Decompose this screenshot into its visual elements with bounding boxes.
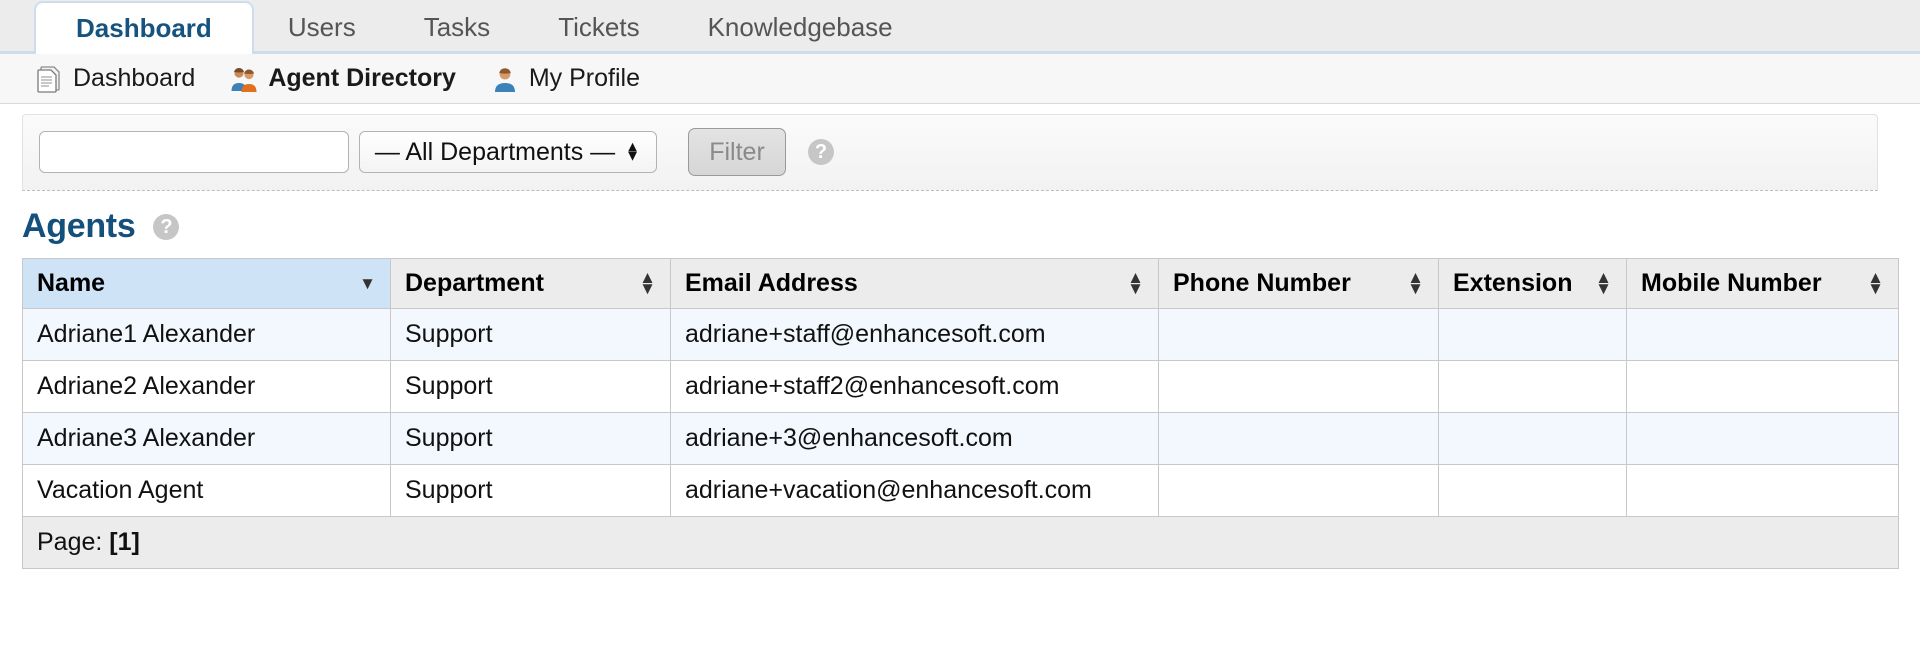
pagination-page-link[interactable]: [1] — [109, 528, 140, 556]
cell-phone-number — [1158, 308, 1439, 361]
pagination-row: Page: [1] — [22, 516, 1899, 569]
main-tab-bar: Dashboard Users Tasks Tickets Knowledgebase — [0, 0, 1920, 54]
filter-section: — All Departments — ▲ ▼ Filter ? — [0, 104, 1920, 191]
agents-table-foot: Page: [1] — [22, 516, 1899, 569]
agents-table-head: Name ▼ Department ▲ ▼ Email Address ▲ ▼ Phone Nu… — [22, 258, 1899, 309]
cell-extension — [1438, 412, 1627, 465]
cell-phone-number — [1158, 360, 1439, 413]
sort-updown-icon: ▲ ▼ — [1407, 268, 1424, 298]
column-header-label: Extension — [1453, 269, 1573, 297]
sort-updown-icon: ▲ ▼ — [639, 268, 656, 298]
sort-desc-icon: ▼ — [359, 273, 376, 293]
cell-extension — [1438, 464, 1627, 517]
agent-search-input[interactable] — [39, 131, 349, 173]
column-header-email-address[interactable]: Email Address ▲ ▼ — [670, 258, 1159, 309]
cell-email-address: adriane+staff@enhancesoft.com — [670, 308, 1159, 361]
cell-department: Support — [390, 412, 671, 465]
column-header-name[interactable]: Name ▼ — [22, 258, 391, 309]
filter-button[interactable]: Filter — [688, 128, 786, 176]
cell-extension — [1438, 308, 1627, 361]
agents-section-header: Agents ? — [0, 191, 1920, 258]
table-row[interactable]: Adriane2 Alexander Support adriane+staff2@… — [22, 360, 1899, 413]
cell-email-address: adriane+staff2@enhancesoft.com — [670, 360, 1159, 413]
page-title: Agents — [22, 207, 136, 245]
cell-extension — [1438, 360, 1627, 413]
agents-table-header-row: Name ▼ Department ▲ ▼ Email Address ▲ ▼ Phone Nu… — [22, 258, 1899, 309]
tab-dashboard[interactable]: Dashboard — [34, 1, 254, 54]
question-mark-icon[interactable]: ? — [808, 139, 834, 165]
column-header-label: Department — [405, 269, 544, 297]
sort-updown-icon: ▲ ▼ — [1127, 268, 1144, 298]
cell-department: Support — [390, 464, 671, 517]
cell-phone-number — [1158, 412, 1439, 465]
column-header-mobile-number[interactable]: Mobile Number ▲ ▼ — [1626, 258, 1899, 309]
agents-table-container: Name ▼ Department ▲ ▼ Email Address ▲ ▼ Phone Nu… — [0, 258, 1920, 569]
cell-email-address: adriane+vacation@enhancesoft.com — [670, 464, 1159, 517]
tab-knowledgebase[interactable]: Knowledgebase — [674, 3, 927, 51]
column-header-label: Phone Number — [1173, 269, 1351, 297]
column-header-label: Name — [37, 269, 106, 297]
subnav-item-dashboard[interactable]: Dashboard — [34, 64, 195, 94]
column-header-extension[interactable]: Extension ▲ ▼ — [1438, 258, 1627, 309]
table-row[interactable]: Vacation Agent Support adriane+vacation@en… — [22, 464, 1899, 517]
filter-panel: — All Departments — ▲ ▼ Filter ? — [22, 114, 1878, 191]
tab-tasks[interactable]: Tasks — [390, 3, 524, 51]
agents-table-body: Adriane1 Alexander Support adriane+staff@e… — [22, 308, 1899, 517]
agents-table: Name ▼ Department ▲ ▼ Email Address ▲ ▼ Phone Nu… — [22, 258, 1899, 569]
cell-name: Adriane2 Alexander — [22, 360, 391, 413]
tab-tickets[interactable]: Tickets — [524, 3, 673, 51]
subnav-item-label: Agent Directory — [268, 64, 456, 92]
sort-updown-icon: ▲ ▼ — [1595, 268, 1612, 298]
department-select[interactable]: — All Departments — ▲ ▼ — [359, 131, 657, 173]
pagination-cell: Page: [1] — [22, 516, 1899, 569]
document-icon — [37, 65, 60, 93]
department-select-value: — All Departments — — [374, 137, 616, 166]
table-row[interactable]: Adriane1 Alexander Support adriane+staff@e… — [22, 308, 1899, 361]
column-header-label: Email Address — [685, 269, 858, 297]
cell-mobile-number — [1626, 412, 1899, 465]
cell-department: Support — [390, 308, 671, 361]
cell-email-address: adriane+3@enhancesoft.com — [670, 412, 1159, 465]
cell-department: Support — [390, 360, 671, 413]
table-row[interactable]: Adriane3 Alexander Support adriane+3@enhan… — [22, 412, 1899, 465]
cell-mobile-number — [1626, 360, 1899, 413]
sort-updown-icon: ▲ ▼ — [1867, 268, 1884, 298]
tab-users[interactable]: Users — [254, 3, 390, 51]
chevron-updown-icon: ▲ ▼ — [625, 138, 640, 165]
column-header-label: Mobile Number — [1641, 269, 1822, 297]
user-icon — [494, 67, 515, 92]
subnav-item-label: Dashboard — [73, 64, 196, 92]
column-header-department[interactable]: Department ▲ ▼ — [390, 258, 671, 309]
cell-name: Vacation Agent — [22, 464, 391, 517]
subnav-item-label: My Profile — [528, 64, 640, 92]
sub-navigation: Dashboard Agent Directory My Profile — [0, 54, 1920, 104]
cell-name: Adriane3 Alexander — [22, 412, 391, 465]
subnav-item-agent-directory[interactable]: Agent Directory — [229, 64, 456, 94]
subnav-item-my-profile[interactable]: My Profile — [490, 64, 640, 94]
pagination-label: Page: — [37, 528, 103, 556]
two-users-icon — [231, 67, 257, 92]
question-mark-icon[interactable]: ? — [153, 213, 180, 240]
cell-mobile-number — [1626, 464, 1899, 517]
cell-mobile-number — [1626, 308, 1899, 361]
cell-name: Adriane1 Alexander — [22, 308, 391, 361]
column-header-phone-number[interactable]: Phone Number ▲ ▼ — [1158, 258, 1439, 309]
cell-phone-number — [1158, 464, 1439, 517]
